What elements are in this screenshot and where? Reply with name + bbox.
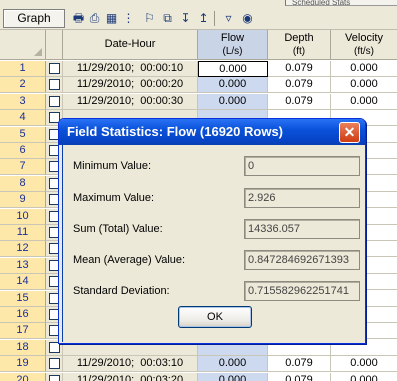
binoculars-icon[interactable]: ◉ (240, 11, 255, 25)
top-strip: Scheduled Stats (285, 0, 397, 6)
date-hour-cell[interactable]: 11/29/2010; 00:03:20 (63, 372, 198, 381)
table-row[interactable]: 1 11/29/2010; 00:00:10 0.000 0.079 0.000 (0, 61, 397, 77)
table-row[interactable]: 2 11/29/2010; 00:00:20 0.000 0.079 0.000 (0, 77, 397, 94)
row-checkbox[interactable] (49, 358, 60, 370)
row-checkbox-cell (46, 372, 63, 381)
depth-header-label: Depth (284, 32, 314, 44)
export-icon[interactable]: ↥ (196, 11, 211, 25)
grid-corner[interactable] (0, 30, 46, 60)
row-number[interactable]: 4 (0, 110, 46, 127)
flow-cell[interactable]: 0.000 (198, 372, 268, 381)
maximum-value-field[interactable]: 2.926 (244, 188, 360, 208)
columns-icon[interactable]: ⋮ (121, 11, 136, 25)
table-icon[interactable]: ▦ (104, 11, 119, 25)
mean-value-field[interactable]: 0.847284692671393 (244, 250, 360, 270)
row-number[interactable]: 9 (0, 192, 46, 209)
depth-cell[interactable]: 0.079 (268, 356, 331, 373)
find-icon[interactable]: ⚐ (142, 11, 157, 25)
row-number[interactable]: 18 (0, 339, 46, 356)
row-number[interactable]: 20 (0, 372, 46, 381)
row-number[interactable]: 12 (0, 241, 46, 258)
dialog-title[interactable]: Field Statistics: Flow (16920 Rows) (59, 119, 365, 145)
row-number[interactable]: 15 (0, 290, 46, 307)
print-icon[interactable]: ⎙ (87, 11, 102, 25)
maximum-label: Maximum Value: (73, 192, 155, 204)
depth-cell[interactable]: 0.079 (268, 77, 331, 94)
checkbox-column-header (46, 30, 63, 60)
row-number[interactable]: 5 (0, 126, 46, 143)
row-checkbox-cell (46, 61, 63, 77)
date-hour-cell[interactable]: 11/29/2010; 00:00:30 (63, 93, 198, 110)
row-number[interactable]: 10 (0, 208, 46, 225)
row-checkbox[interactable] (49, 374, 60, 381)
date-hour-cell[interactable]: 11/29/2010; 00:00:10 (63, 61, 198, 77)
import-icon[interactable]: ↧ (178, 11, 193, 25)
std-dev-label: Standard Deviation: (73, 285, 170, 297)
date-hour-cell[interactable]: 11/29/2010; 00:03:10 (63, 356, 198, 373)
velocity-header-label: Velocity (345, 32, 383, 44)
graph-button[interactable]: Graph (3, 9, 65, 28)
flow-header-unit: (L/s) (222, 46, 243, 57)
row-number[interactable]: 19 (0, 356, 46, 373)
print-preview-icon[interactable]: 🖶 (71, 11, 86, 25)
row-number[interactable]: 3 (0, 93, 46, 110)
row-number[interactable]: 8 (0, 175, 46, 192)
row-number[interactable]: 6 (0, 143, 46, 159)
depth-cell[interactable]: 0.079 (268, 61, 331, 77)
copy-icon[interactable]: ⧉ (160, 11, 175, 25)
flow-header[interactable]: Flow (L/s) (198, 30, 268, 60)
row-number[interactable]: 7 (0, 159, 46, 176)
flow-cell[interactable]: 0.000 (198, 77, 268, 94)
velocity-header-unit: (ft/s) (354, 46, 374, 57)
row-number[interactable]: 1 (0, 61, 46, 77)
mean-label: Mean (Average) Value: (73, 254, 186, 266)
row-checkbox[interactable] (49, 63, 60, 74)
sum-label: Sum (Total) Value: (73, 223, 163, 235)
toolbar-separator (214, 11, 215, 26)
row-checkbox[interactable] (49, 79, 60, 91)
row-number[interactable]: 16 (0, 307, 46, 323)
flow-cell[interactable]: 0.000 (198, 93, 268, 110)
sum-value-field[interactable]: 14336.057 (244, 219, 360, 239)
table-row[interactable]: 3 11/29/2010; 00:00:30 0.000 0.079 0.000 (0, 93, 397, 110)
minimum-value-field[interactable]: 0 (244, 156, 360, 176)
velocity-cell[interactable]: 0.000 (331, 356, 397, 373)
close-icon[interactable]: ✕ (339, 122, 360, 143)
depth-header[interactable]: Depth (ft) (268, 30, 331, 60)
table-row[interactable]: 19 11/29/2010; 00:03:10 0.000 0.079 0.000 (0, 356, 397, 373)
field-statistics-dialog: Field Statistics: Flow (16920 Rows) ✕ Mi… (58, 118, 366, 344)
row-number[interactable]: 17 (0, 323, 46, 340)
row-checkbox-cell (46, 77, 63, 94)
ok-button[interactable]: OK (178, 306, 252, 328)
minimum-label: Minimum Value: (73, 160, 152, 172)
row-checkbox[interactable] (49, 95, 60, 107)
velocity-cell[interactable]: 0.000 (331, 61, 397, 77)
row-number[interactable]: 2 (0, 77, 46, 94)
depth-cell[interactable]: 0.079 (268, 93, 331, 110)
velocity-cell[interactable]: 0.000 (331, 77, 397, 94)
date-hour-header[interactable]: Date-Hour (63, 30, 198, 60)
flow-cell[interactable]: 0.000 (198, 61, 268, 77)
row-checkbox-cell (46, 356, 63, 373)
flow-cell[interactable]: 0.000 (198, 356, 268, 373)
date-hour-cell[interactable]: 11/29/2010; 00:00:20 (63, 77, 198, 94)
velocity-cell[interactable]: 0.000 (331, 93, 397, 110)
depth-cell[interactable]: 0.079 (268, 372, 331, 381)
row-number[interactable]: 13 (0, 257, 46, 274)
depth-header-unit: (ft) (292, 46, 306, 57)
dialog-body: Minimum Value: 0 Maximum Value: 2.926 Su… (62, 145, 362, 342)
table-row[interactable]: 20 11/29/2010; 00:03:20 0.000 0.079 0.000 (0, 372, 397, 381)
velocity-cell[interactable]: 0.000 (331, 372, 397, 381)
toolbar: Scheduled Stats Graph 🖶 ⎙ ▦ ⋮ ⚐ ⧉ ↧ ↥ ▿ … (0, 0, 397, 30)
filter-icon[interactable]: ▿ (221, 11, 236, 25)
corner-triangle-icon (34, 48, 42, 56)
velocity-header[interactable]: Velocity (ft/s) (331, 30, 397, 60)
std-dev-value-field[interactable]: 0.715582962251741 (244, 281, 360, 301)
row-checkbox-cell (46, 93, 63, 110)
row-number[interactable]: 14 (0, 274, 46, 291)
row-number[interactable]: 11 (0, 225, 46, 241)
flow-header-label: Flow (220, 32, 245, 44)
